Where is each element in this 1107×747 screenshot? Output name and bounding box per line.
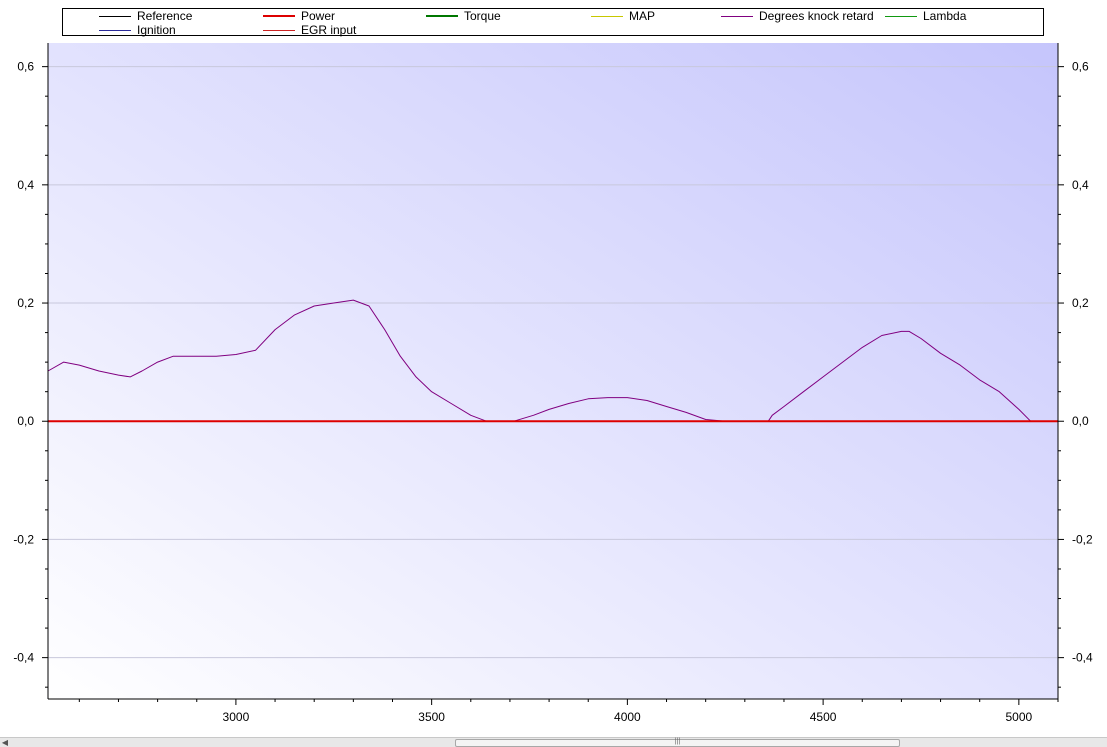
y-tick-label: 0,6 xyxy=(1072,60,1089,74)
x-tick-label: 4000 xyxy=(614,710,641,724)
x-tick-label: 3000 xyxy=(223,710,250,724)
grip-icon: ||| xyxy=(674,738,681,745)
x-tick-label: 3500 xyxy=(418,710,445,724)
y-tick-label: -0,2 xyxy=(13,532,34,546)
y-tick-label: 0,4 xyxy=(1072,178,1089,192)
x-tick-label: 4500 xyxy=(810,710,837,724)
plot-area xyxy=(48,43,1058,699)
horizontal-scrollbar[interactable]: ◀ ||| xyxy=(0,737,1107,747)
y-tick-label: -0,4 xyxy=(13,651,34,665)
y-tick-label: -0,2 xyxy=(1072,532,1093,546)
y-tick-label: 0,0 xyxy=(17,414,34,428)
y-tick-label: 0,4 xyxy=(17,178,34,192)
line-chart: -0,4 -0,4 -0,2 -0,2 0,0 0,0 0,2 0,2 0,4 0,4 0,6 0,6… xyxy=(13,43,1093,724)
y-tick-label: 0,6 xyxy=(17,60,34,74)
x-tick-label: 5000 xyxy=(1006,710,1033,724)
scroll-left-arrow-icon[interactable]: ◀ xyxy=(0,738,10,747)
y-tick-label: 0,0 xyxy=(1072,414,1089,428)
y-tick-label: 0,2 xyxy=(1072,296,1089,310)
y-tick-label: -0,4 xyxy=(1072,651,1093,665)
scrollbar-thumb[interactable]: ||| xyxy=(455,738,900,747)
y-tick-label: 0,2 xyxy=(17,296,34,310)
